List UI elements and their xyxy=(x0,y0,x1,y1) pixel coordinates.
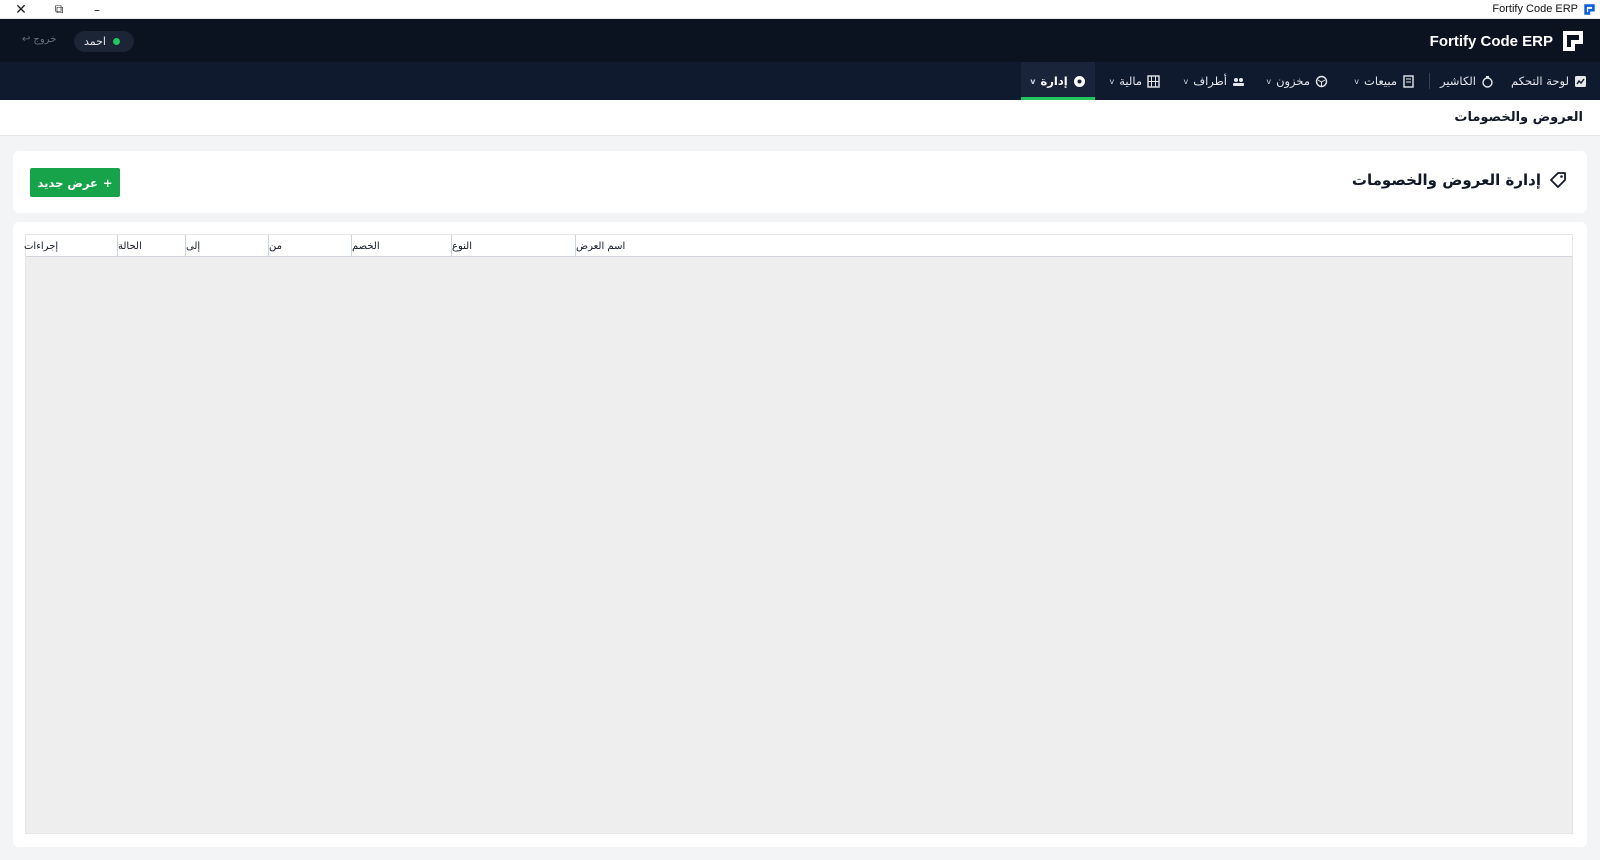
tag-icon xyxy=(1550,172,1566,188)
offers-table: اسم العرض النوع الخصم من إلى الحالة إجرا… xyxy=(24,234,1573,834)
nav-item-dashboard[interactable]: لوحة التحكم xyxy=(1511,62,1587,100)
nav-item-label: لوحة التحكم xyxy=(1511,74,1569,88)
column-header-offer-name[interactable]: اسم العرض xyxy=(575,235,1572,257)
finance-icon xyxy=(1147,74,1160,88)
column-header-to[interactable]: إلى xyxy=(185,235,268,257)
nav-item-finance[interactable]: مالية v xyxy=(1109,62,1160,100)
app-logo-icon xyxy=(1584,4,1595,15)
section-header-card: إدارة العروض والخصومات + عرض جديد xyxy=(13,151,1587,213)
chevron-down-icon: v xyxy=(1266,76,1272,86)
table-body xyxy=(26,257,1572,833)
column-header-type[interactable]: النوع xyxy=(451,235,575,257)
nav-divider xyxy=(1429,73,1430,89)
main-nav: لوحة التحكم الكاشير مبيعات v مخزون v أطر… xyxy=(0,62,1600,100)
new-offer-button[interactable]: + عرض جديد xyxy=(30,168,120,197)
column-header-actions[interactable]: إجراءات xyxy=(24,235,117,257)
page-header: العروض والخصومات xyxy=(0,100,1600,136)
page-title: العروض والخصومات xyxy=(1454,110,1583,125)
people-icon xyxy=(1232,75,1245,88)
window-minimize-button[interactable]: – xyxy=(78,0,116,19)
plus-icon: + xyxy=(102,175,113,190)
user-name: احمد xyxy=(84,35,106,48)
chevron-down-icon: v xyxy=(1030,76,1036,86)
box-icon xyxy=(1315,75,1328,88)
nav-item-label: مالية xyxy=(1119,74,1142,88)
online-status-icon xyxy=(113,38,120,45)
window-titlebar: ✕ ⧉ – Fortify Code ERP xyxy=(0,0,1600,19)
nav-item-parties[interactable]: أطراف v xyxy=(1183,62,1245,100)
nav-item-sales[interactable]: مبيعات v xyxy=(1354,62,1415,100)
cashier-icon xyxy=(1481,75,1494,88)
logout-icon: ↩ xyxy=(22,34,31,45)
nav-item-label: مخزون xyxy=(1276,74,1310,88)
chevron-down-icon: v xyxy=(1183,76,1189,86)
brand-name: Fortify Code ERP xyxy=(1429,32,1553,50)
nav-item-label: إدارة xyxy=(1040,74,1068,88)
nav-item-label: الكاشير xyxy=(1439,74,1476,88)
nav-item-inventory[interactable]: مخزون v xyxy=(1266,62,1328,100)
column-header-from[interactable]: من xyxy=(268,235,351,257)
window-close-button[interactable]: ✕ xyxy=(2,0,40,19)
column-header-discount[interactable]: الخصم xyxy=(351,235,451,257)
nav-item-admin[interactable]: إدارة v xyxy=(1021,62,1095,100)
column-header-status[interactable]: الحالة xyxy=(117,235,185,257)
gear-icon xyxy=(1073,75,1086,88)
section-title-text: إدارة العروض والخصومات xyxy=(1351,171,1541,189)
brand[interactable]: Fortify Code ERP xyxy=(1430,27,1584,55)
dashboard-icon xyxy=(1574,75,1587,88)
brand-logo-icon xyxy=(1563,31,1583,51)
user-badge[interactable]: احمد xyxy=(74,31,134,52)
logout-label: خروج xyxy=(33,34,57,45)
window-title: Fortify Code ERP xyxy=(1492,3,1578,15)
app-header: Fortify Code ERP احمد خروج ↩ xyxy=(0,19,1600,62)
chevron-down-icon: v xyxy=(1109,76,1115,86)
offers-table-card: اسم العرض النوع الخصم من إلى الحالة إجرا… xyxy=(13,222,1587,847)
new-offer-label: عرض جديد xyxy=(37,175,98,190)
receipt-icon xyxy=(1402,74,1415,88)
chevron-down-icon: v xyxy=(1354,76,1360,86)
nav-item-label: مبيعات xyxy=(1364,74,1397,88)
window-restore-button[interactable]: ⧉ xyxy=(40,0,78,19)
section-title: إدارة العروض والخصومات xyxy=(1352,171,1567,189)
nav-item-label: أطراف xyxy=(1193,74,1227,88)
table-header: اسم العرض النوع الخصم من إلى الحالة إجرا… xyxy=(24,235,1572,257)
nav-item-cashier[interactable]: الكاشير xyxy=(1440,62,1494,100)
logout-button[interactable]: خروج ↩ xyxy=(22,34,56,45)
